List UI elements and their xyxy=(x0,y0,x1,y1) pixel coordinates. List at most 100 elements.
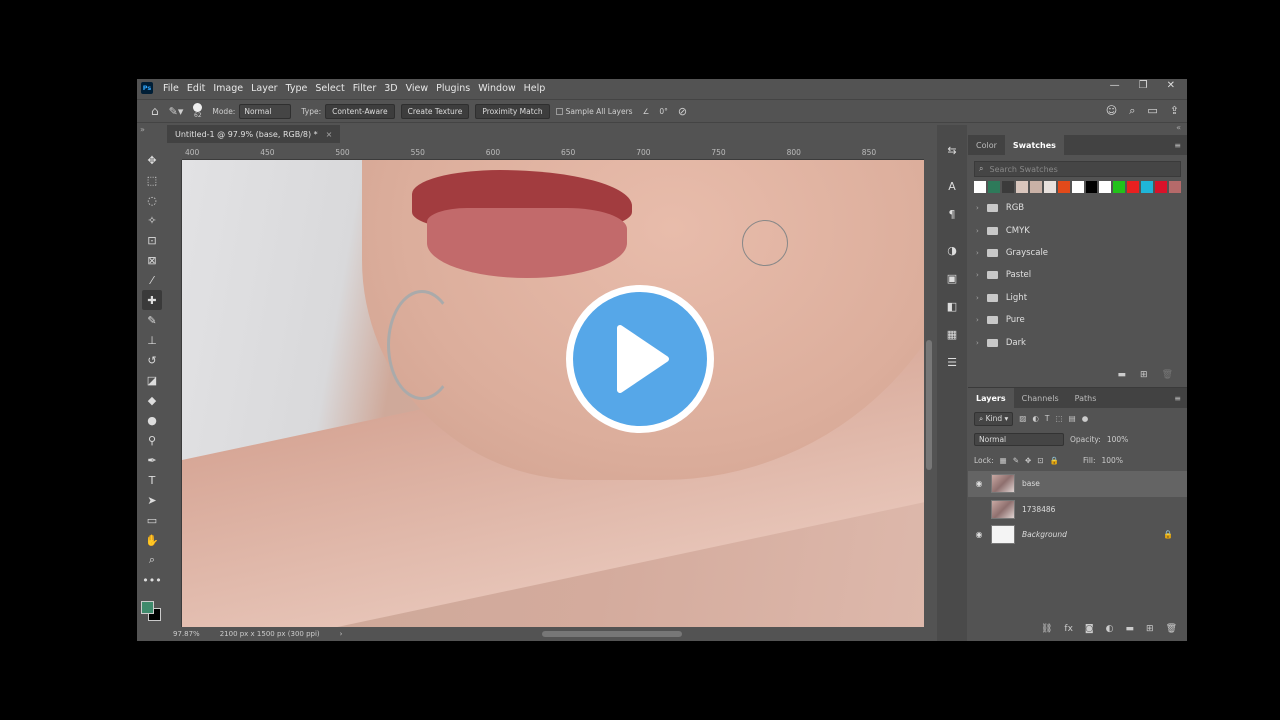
brush-tool-icon[interactable]: ✎ xyxy=(142,310,162,330)
horizontal-scrollbar[interactable] xyxy=(347,629,924,639)
new-adjustment-icon[interactable]: ◐ xyxy=(1106,624,1114,640)
workspace-icon[interactable]: ▭ xyxy=(1147,104,1157,118)
lock-position-icon[interactable]: ✥ xyxy=(1025,456,1031,465)
home-icon[interactable]: ⌂ xyxy=(151,104,159,118)
horizontal-ruler[interactable]: 4004505005506006507007508008509009501000… xyxy=(182,145,1182,160)
clone-stamp-tool-icon[interactable]: ⊥ xyxy=(142,330,162,350)
vertical-ruler[interactable] xyxy=(167,160,182,627)
swatch-folder-rgb[interactable]: › RGB xyxy=(968,197,1187,219)
document-info[interactable]: 2100 px x 1500 px (300 ppi) xyxy=(220,630,320,638)
panel-menu-icon[interactable]: ≡ xyxy=(1174,141,1181,150)
layer-style-icon[interactable]: fx xyxy=(1064,624,1073,640)
adjustments-panel-icon[interactable]: ◑ xyxy=(942,239,962,261)
foreground-color[interactable] xyxy=(141,601,154,614)
pen-tool-icon[interactable]: ✒ xyxy=(142,450,162,470)
color-swatch[interactable] xyxy=(1099,181,1112,193)
sample-all-layers-checkbox[interactable]: Sample All Layers xyxy=(555,107,633,116)
lock-pixels-icon[interactable]: ✎ xyxy=(1013,456,1019,465)
libraries-panel-icon[interactable]: ▣ xyxy=(942,267,962,289)
tab-layers[interactable]: Layers xyxy=(968,388,1014,408)
menu-view[interactable]: View xyxy=(406,83,429,94)
close-button[interactable]: ✕ xyxy=(1167,80,1175,91)
content-aware-button[interactable]: Content-Aware xyxy=(325,103,395,119)
lock-artboard-icon[interactable]: ⊡ xyxy=(1037,456,1043,465)
dodge-tool-icon[interactable]: ⚲ xyxy=(142,430,162,450)
image-canvas[interactable] xyxy=(182,160,924,627)
chevron-right-icon[interactable]: › xyxy=(976,339,979,347)
color-swatch[interactable] xyxy=(1113,181,1126,193)
move-tool-icon[interactable]: ✥ xyxy=(142,150,162,170)
menu-type[interactable]: Type xyxy=(286,83,308,94)
filter-smart-object-icon[interactable]: ▤ xyxy=(1069,414,1076,423)
filter-shape-icon[interactable]: ⬚ xyxy=(1056,414,1063,423)
paragraph-panel-icon[interactable]: ¶ xyxy=(942,203,962,225)
color-swatch[interactable] xyxy=(1057,181,1070,193)
filter-adjustment-icon[interactable]: ◐ xyxy=(1032,414,1039,423)
swatch-folder-dark[interactable]: › Dark xyxy=(968,331,1187,353)
frame-tool-icon[interactable]: ⊠ xyxy=(142,250,162,270)
brush-size-picker[interactable]: 62 xyxy=(193,103,203,119)
paint-bucket-tool-icon[interactable]: ◆ xyxy=(142,390,162,410)
new-layer-icon[interactable]: ⊞ xyxy=(1146,624,1154,640)
swatch-search-input[interactable]: ⌕ Search Swatches xyxy=(974,161,1181,177)
character-panel-icon[interactable]: A xyxy=(942,175,962,197)
filter-toggle-icon[interactable]: ● xyxy=(1082,414,1089,423)
swatch-folder-grayscale[interactable]: › Grayscale xyxy=(968,242,1187,264)
opacity-value[interactable]: 100% xyxy=(1107,435,1128,444)
menu-filter[interactable]: Filter xyxy=(353,83,377,94)
lock-all-icon[interactable]: 🔒 xyxy=(1050,456,1059,465)
color-swatch[interactable] xyxy=(1155,181,1168,193)
status-chevron-icon[interactable]: › xyxy=(340,630,343,638)
history-panel-icon[interactable]: ⇆ xyxy=(942,139,962,161)
vertical-scroll-thumb[interactable] xyxy=(926,340,932,470)
chevron-right-icon[interactable]: › xyxy=(976,249,979,257)
document-tab[interactable]: Untitled-1 @ 97.9% (base, RGB/8) * × xyxy=(167,125,341,143)
chevron-right-icon[interactable]: › xyxy=(976,227,979,235)
quick-select-tool-icon[interactable]: ✧ xyxy=(142,210,162,230)
delete-layer-icon[interactable]: 🗑 xyxy=(1166,624,1177,640)
add-mask-icon[interactable]: ◙ xyxy=(1085,624,1094,640)
menu-edit[interactable]: Edit xyxy=(187,83,205,94)
color-swatch[interactable] xyxy=(1029,181,1042,193)
menu-layer[interactable]: Layer xyxy=(251,83,278,94)
lasso-tool-icon[interactable]: ◌ xyxy=(142,190,162,210)
tab-swatches[interactable]: Swatches xyxy=(1004,135,1064,155)
swatch-folder-cmyk[interactable]: › CMYK xyxy=(968,219,1187,241)
swatch-folder-pure[interactable]: › Pure xyxy=(968,309,1187,331)
chevron-right-icon[interactable]: › xyxy=(976,271,979,279)
layer-row[interactable]: ◉ base xyxy=(968,471,1187,497)
chevron-right-icon[interactable]: › xyxy=(976,316,979,324)
zoom-tool-icon[interactable]: ⌕ xyxy=(142,550,162,570)
menu-image[interactable]: Image xyxy=(213,83,243,94)
horizontal-scroll-thumb[interactable] xyxy=(542,631,682,637)
menu-file[interactable]: File xyxy=(163,83,179,94)
minimize-button[interactable]: — xyxy=(1110,80,1120,91)
crop-tool-icon[interactable]: ⊡ xyxy=(142,230,162,250)
color-swatch[interactable] xyxy=(1085,181,1098,193)
eyedropper-tool-icon[interactable]: ⁄ xyxy=(142,270,162,290)
swatch-folder-light[interactable]: › Light xyxy=(968,287,1187,309)
filter-type-icon[interactable]: T xyxy=(1045,414,1050,423)
new-group-icon[interactable]: ▬ xyxy=(1118,370,1127,386)
blur-tool-icon[interactable]: ● xyxy=(142,410,162,430)
brush-settings-icon[interactable]: ☰ xyxy=(942,351,962,373)
filter-pixel-icon[interactable]: ▨ xyxy=(1019,414,1026,423)
filter-kind-select[interactable]: ⌕ Kind ▾ xyxy=(974,411,1014,426)
tab-paths[interactable]: Paths xyxy=(1067,394,1105,403)
tab-color[interactable]: Color xyxy=(968,141,1005,150)
tab-channels[interactable]: Channels xyxy=(1014,394,1067,403)
video-play-button[interactable] xyxy=(566,285,714,433)
swatch-folder-pastel[interactable]: › Pastel xyxy=(968,264,1187,286)
proximity-match-button[interactable]: Proximity Match xyxy=(475,103,550,119)
color-swatch[interactable] xyxy=(987,181,1000,193)
new-swatch-icon[interactable]: ⊞ xyxy=(1140,370,1148,386)
type-tool-icon[interactable]: T xyxy=(142,470,162,490)
color-swatch[interactable] xyxy=(974,181,986,193)
color-swatch[interactable] xyxy=(1127,181,1140,193)
marquee-tool-icon[interactable]: ⬚ xyxy=(142,170,162,190)
hand-tool-icon[interactable]: ✋ xyxy=(142,530,162,550)
visibility-eye-icon[interactable]: ◉ xyxy=(974,479,984,488)
search-icon[interactable]: ⌕ xyxy=(1129,104,1135,118)
vertical-scrollbar[interactable] xyxy=(924,160,934,627)
healing-brush-preset-icon[interactable]: ✎▾ xyxy=(169,105,184,118)
